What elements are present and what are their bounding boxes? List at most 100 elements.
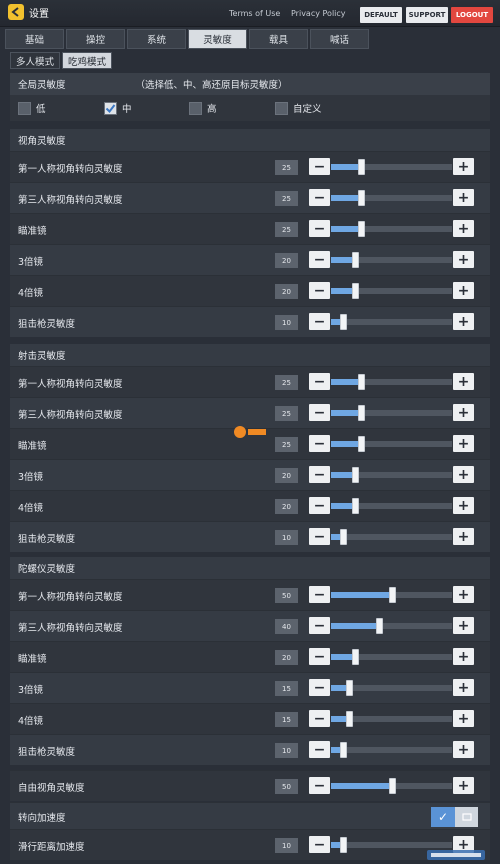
- slider-track[interactable]: [331, 711, 452, 727]
- minus-button[interactable]: −: [309, 220, 330, 237]
- default-button[interactable]: DEFAULT: [360, 7, 402, 23]
- plus-button[interactable]: +: [453, 679, 474, 696]
- slider-handle[interactable]: [358, 159, 365, 175]
- slider-handle[interactable]: [346, 711, 353, 727]
- plus-button[interactable]: +: [453, 404, 474, 421]
- minus-button[interactable]: −: [309, 710, 330, 727]
- mode-multiplayer[interactable]: 多人模式: [10, 52, 61, 69]
- checkbox-custom[interactable]: [275, 101, 288, 115]
- tab-vehicle[interactable]: 载具: [249, 29, 308, 49]
- tab-controls[interactable]: 操控: [66, 29, 125, 49]
- minus-button[interactable]: −: [309, 528, 330, 545]
- slider-track[interactable]: [331, 742, 452, 758]
- minus-button[interactable]: −: [309, 497, 330, 514]
- plus-button[interactable]: +: [453, 282, 474, 299]
- plus-button[interactable]: +: [453, 710, 474, 727]
- slider-track[interactable]: [331, 680, 452, 696]
- back-button[interactable]: 设置: [8, 4, 49, 20]
- checkbox-medium[interactable]: [104, 101, 117, 115]
- minus-button[interactable]: −: [309, 586, 330, 603]
- plus-button[interactable]: +: [453, 466, 474, 483]
- plus-button[interactable]: +: [453, 313, 474, 330]
- plus-button[interactable]: +: [453, 373, 474, 390]
- slider-handle[interactable]: [346, 680, 353, 696]
- logout-button[interactable]: LOGOUT: [451, 7, 493, 23]
- minus-button[interactable]: −: [309, 836, 330, 853]
- plus-button[interactable]: +: [453, 617, 474, 634]
- slider-track[interactable]: [331, 190, 452, 206]
- minus-button[interactable]: −: [309, 679, 330, 696]
- slider-handle[interactable]: [340, 742, 347, 758]
- slider-handle[interactable]: [358, 221, 365, 237]
- slider-handle[interactable]: [389, 587, 396, 603]
- slider-track[interactable]: [331, 283, 452, 299]
- checkbox-high[interactable]: [189, 101, 202, 115]
- slider-handle[interactable]: [340, 837, 347, 853]
- minus-button[interactable]: −: [309, 435, 330, 452]
- minus-button[interactable]: −: [309, 373, 330, 390]
- slider-track[interactable]: [331, 314, 452, 330]
- slider-handle[interactable]: [352, 283, 359, 299]
- support-button[interactable]: SUPPORT: [406, 7, 448, 23]
- option-medium[interactable]: 中: [104, 101, 132, 115]
- plus-button[interactable]: +: [453, 648, 474, 665]
- plus-button[interactable]: +: [453, 251, 474, 268]
- slider-handle[interactable]: [340, 529, 347, 545]
- plus-button[interactable]: +: [453, 189, 474, 206]
- minus-button[interactable]: −: [309, 466, 330, 483]
- slider-handle[interactable]: [340, 314, 347, 330]
- option-custom[interactable]: 自定义: [275, 101, 322, 115]
- slider-handle[interactable]: [352, 467, 359, 483]
- minus-button[interactable]: −: [309, 189, 330, 206]
- slider-track[interactable]: [331, 618, 452, 634]
- slider-handle[interactable]: [358, 436, 365, 452]
- tab-sensitivity[interactable]: 灵敏度: [188, 29, 247, 49]
- plus-button[interactable]: +: [453, 158, 474, 175]
- minus-button[interactable]: −: [309, 282, 330, 299]
- minus-button[interactable]: −: [309, 251, 330, 268]
- slider-track[interactable]: [331, 252, 452, 268]
- minus-button[interactable]: −: [309, 617, 330, 634]
- plus-button[interactable]: +: [453, 777, 474, 794]
- plus-button[interactable]: +: [453, 220, 474, 237]
- slider-handle[interactable]: [352, 252, 359, 268]
- tab-system[interactable]: 系统: [127, 29, 186, 49]
- option-low[interactable]: 低: [18, 101, 46, 115]
- slider-handle[interactable]: [358, 405, 365, 421]
- slider-track[interactable]: [331, 405, 452, 421]
- minus-button[interactable]: −: [309, 741, 330, 758]
- slider-track[interactable]: [331, 374, 452, 390]
- slider-track[interactable]: [331, 221, 452, 237]
- minus-button[interactable]: −: [309, 313, 330, 330]
- slider-handle[interactable]: [358, 374, 365, 390]
- slider-handle[interactable]: [352, 498, 359, 514]
- tab-basic[interactable]: 基础: [5, 29, 64, 49]
- slider-track[interactable]: [331, 498, 452, 514]
- slider-handle[interactable]: [376, 618, 383, 634]
- turn-accel-toggle[interactable]: ✓: [431, 807, 478, 827]
- slider-track[interactable]: [331, 159, 452, 175]
- plus-button[interactable]: +: [453, 741, 474, 758]
- minus-button[interactable]: −: [309, 158, 330, 175]
- slider-track[interactable]: [331, 778, 452, 794]
- slider-track[interactable]: [331, 529, 452, 545]
- minus-button[interactable]: −: [309, 777, 330, 794]
- slider-track[interactable]: [331, 467, 452, 483]
- minus-button[interactable]: −: [309, 648, 330, 665]
- plus-button[interactable]: +: [453, 528, 474, 545]
- plus-button[interactable]: +: [453, 435, 474, 452]
- terms-link[interactable]: Terms of Use: [229, 9, 280, 18]
- slider-handle[interactable]: [389, 778, 396, 794]
- mode-battle-royale[interactable]: 吃鸡模式: [62, 52, 113, 69]
- privacy-link[interactable]: Privacy Policy: [291, 9, 346, 18]
- slider-handle[interactable]: [358, 190, 365, 206]
- plus-button[interactable]: +: [453, 586, 474, 603]
- minus-button[interactable]: −: [309, 404, 330, 421]
- plus-button[interactable]: +: [453, 497, 474, 514]
- slider-handle[interactable]: [352, 649, 359, 665]
- checkbox-low[interactable]: [18, 101, 31, 115]
- tab-voice[interactable]: 喊话: [310, 29, 369, 49]
- slider-track[interactable]: [331, 649, 452, 665]
- slider-track[interactable]: [331, 436, 452, 452]
- slider-track[interactable]: [331, 587, 452, 603]
